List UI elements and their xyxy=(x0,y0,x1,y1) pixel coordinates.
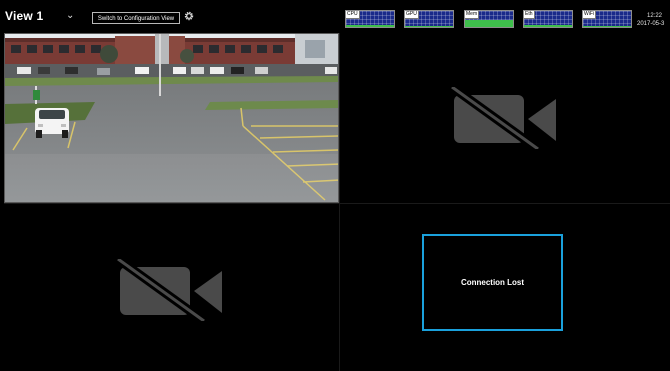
gpu-meter-fill xyxy=(405,25,453,27)
parking-lot-feed xyxy=(5,34,338,202)
connection-lost-message: Connection Lost xyxy=(460,278,525,287)
camera-off-icon xyxy=(450,87,556,149)
switch-to-configuration-button[interactable]: Switch to Configuration View xyxy=(92,12,180,24)
eth-meter-fill xyxy=(524,25,572,27)
camera-tile-4[interactable]: Connection Lost xyxy=(340,204,670,371)
mem-meter-fill xyxy=(465,19,513,27)
view-selector[interactable]: View 1 ⌄ xyxy=(5,6,77,26)
gpu-meter-label: GPU xyxy=(405,11,419,19)
camera-tile-2[interactable] xyxy=(340,33,670,203)
cpu-meter: CPU xyxy=(345,10,395,28)
wifi-meter: WiFi xyxy=(582,10,632,28)
camera-grid: Connection Lost xyxy=(0,33,670,371)
clock-time: 12:22 xyxy=(647,13,663,19)
clock: 12:22 2017-05-3 xyxy=(637,12,670,28)
wifi-meter-fill xyxy=(583,25,631,27)
connection-lost-box: Connection Lost xyxy=(422,234,563,331)
clock-date: 2017-05-3 xyxy=(637,21,665,27)
camera-tile-3[interactable] xyxy=(4,204,339,371)
chevron-down-icon[interactable]: ⌄ xyxy=(66,10,74,21)
camera-tile-1[interactable] xyxy=(4,33,339,203)
cpu-meter-fill xyxy=(346,25,394,27)
camera-off-icon xyxy=(116,259,222,321)
wifi-meter-label: WiFi xyxy=(583,11,596,19)
gear-icon[interactable] xyxy=(184,11,194,21)
view-name: View 1 xyxy=(5,9,44,23)
gpu-meter: GPU xyxy=(404,10,454,28)
mem-meter: Mem xyxy=(464,10,514,28)
eth-meter: Eth xyxy=(523,10,573,28)
mem-meter-label: Mem xyxy=(465,11,480,19)
cpu-meter-label: CPU xyxy=(346,11,360,19)
top-toolbar: View 1 ⌄ Switch to Configuration View CP… xyxy=(0,0,670,33)
eth-meter-label: Eth xyxy=(524,11,535,19)
